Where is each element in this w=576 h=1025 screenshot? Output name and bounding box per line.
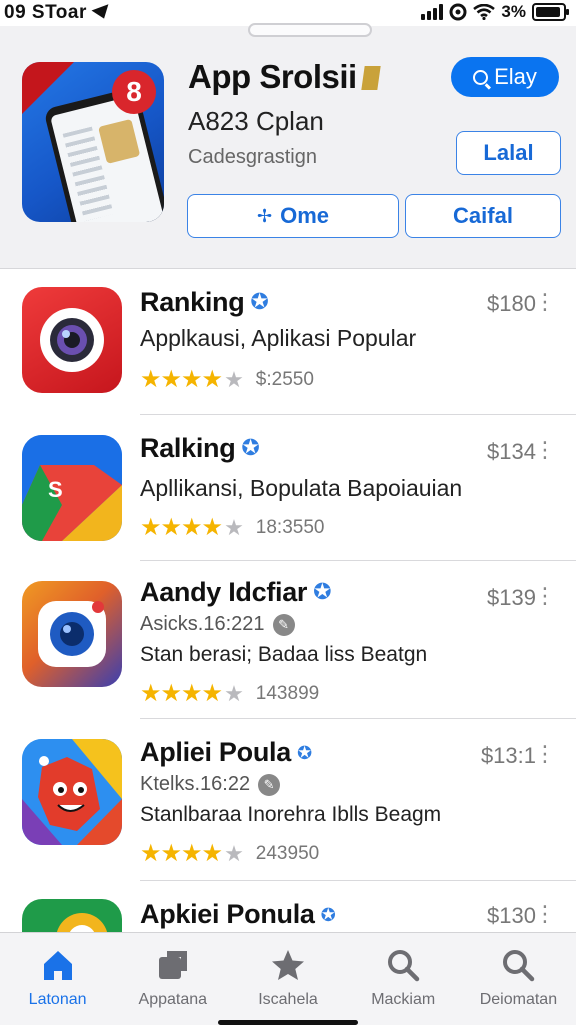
battery-icon bbox=[532, 3, 569, 21]
list-item[interactable]: Apliei Poula ✪ $13:1 ⋮ Ktelks.16:22 ✎ Stan… bbox=[0, 719, 576, 881]
half-star-icon: ★ bbox=[224, 680, 244, 706]
search-icon bbox=[388, 950, 420, 982]
tag-icon bbox=[361, 66, 381, 90]
status-time: 09 SToar bbox=[4, 2, 113, 24]
tab-appatana[interactable]: Appatana bbox=[115, 933, 230, 1025]
tab-label: Latonan bbox=[28, 991, 87, 1008]
app-description: Stanlbaraa Inorehra Iblls Beagm bbox=[140, 803, 442, 826]
app-meta: Asicks.16:221 ✎ bbox=[140, 613, 295, 636]
home-icon bbox=[43, 951, 72, 980]
open-button[interactable]: ✢ Ome bbox=[187, 194, 399, 238]
list-item[interactable]: Ranking ✪ $180 ⋮ Applkausi, Aplikasi Popu… bbox=[0, 269, 576, 415]
app-name[interactable]: Apliei Poula ✪ bbox=[140, 737, 312, 768]
corner-ribbon bbox=[22, 62, 74, 114]
more-options-icon[interactable]: ⋮ bbox=[534, 585, 556, 607]
star-rating-icon: ★★★★ bbox=[140, 840, 223, 867]
app-meta: Ktelks.16:22 ✎ bbox=[140, 773, 281, 796]
cancel-button[interactable]: Caifal bbox=[405, 194, 561, 238]
half-star-icon: ★ bbox=[224, 514, 244, 540]
tab-label: Appatana bbox=[138, 991, 208, 1008]
game-app-icon bbox=[22, 739, 122, 845]
rating-stars: ★★★★ ★ $:2550 bbox=[140, 365, 314, 394]
verified-icon: ✪ bbox=[250, 289, 269, 314]
svg-text:S: S bbox=[48, 477, 63, 502]
verified-icon: ✪ bbox=[313, 579, 332, 604]
half-star-icon: ★ bbox=[224, 840, 244, 866]
primary-action-button[interactable]: Elay bbox=[451, 57, 559, 97]
cancel-button-label: Caifal bbox=[453, 203, 513, 228]
location-icon bbox=[91, 4, 113, 22]
tab-label: Deiomatan bbox=[479, 991, 558, 1008]
sparkle-icon: ✢ bbox=[256, 205, 273, 226]
app-icon bbox=[22, 899, 122, 933]
more-options-icon[interactable]: ⋮ bbox=[534, 291, 556, 313]
featured-app-subtitle: A823 Cplan bbox=[188, 106, 324, 136]
app-price: $134 bbox=[487, 439, 536, 464]
rating-count: 18:3550 bbox=[255, 516, 325, 538]
list-item[interactable]: Apkiei Ponula ✪ $130 ⋮ bbox=[0, 881, 576, 933]
open-button-label: Ome bbox=[280, 203, 329, 228]
secondary-action-button[interactable]: Lalal bbox=[456, 131, 561, 175]
list-item[interactable]: Aandy Idcfiar ✪ $139 ⋮ Asicks.16:221 ✎ Sta… bbox=[0, 561, 576, 719]
app-price: $139 bbox=[487, 585, 536, 610]
rating-count: $:2550 bbox=[255, 368, 314, 390]
app-name[interactable]: Ralking ✪ bbox=[140, 433, 260, 464]
wifi-icon bbox=[473, 4, 496, 20]
star-rating-icon: ★★★★ bbox=[140, 514, 223, 541]
search-icon bbox=[473, 69, 489, 85]
status-indicators: 3% bbox=[421, 2, 569, 22]
featured-app-header: 8 App Srolsii A823 Cplan Cadesgrastign E… bbox=[0, 23, 576, 269]
search-icon bbox=[503, 950, 535, 982]
more-options-icon[interactable]: ⋮ bbox=[534, 743, 556, 765]
app-price: $13:1 bbox=[480, 743, 536, 768]
apps-icon bbox=[158, 951, 187, 979]
star-rating-icon: ★★★★ bbox=[140, 366, 223, 393]
rating-stars: ★★★★ ★ 243950 bbox=[140, 839, 319, 868]
app-name[interactable]: Apkiei Ponula ✪ bbox=[140, 899, 336, 930]
list-item[interactable]: S Ralking ✪ $134 ⋮ Apllikansi, Bopulata B… bbox=[0, 415, 576, 561]
signal-icon bbox=[421, 4, 444, 20]
half-star-icon: ★ bbox=[224, 366, 244, 392]
tab-label: Iscahela bbox=[258, 991, 318, 1008]
more-options-icon[interactable]: ⋮ bbox=[534, 903, 556, 925]
tab-mackiam[interactable]: Mackiam bbox=[346, 933, 461, 1025]
secondary-action-label: Lalal bbox=[483, 140, 534, 165]
featured-app-category: Cadesgrastign bbox=[188, 146, 317, 168]
info-icon: ✎ bbox=[258, 773, 281, 796]
app-name[interactable]: Aandy Idcfiar ✪ bbox=[140, 577, 332, 608]
rating-count: 243950 bbox=[255, 842, 320, 864]
rating-stars: ★★★★ ★ 143899 bbox=[140, 679, 319, 708]
focus-icon bbox=[449, 3, 467, 21]
rating-stars: ★★★★ ★ 18:3550 bbox=[140, 513, 324, 542]
tab-latonan[interactable]: Latonan bbox=[0, 933, 115, 1025]
badge-icon: 8 bbox=[112, 70, 156, 114]
star-icon bbox=[272, 950, 304, 980]
app-price: $180 bbox=[487, 291, 536, 316]
tab-deiomatan[interactable]: Deiomatan bbox=[461, 933, 576, 1025]
app-description: Stan berasi; Badaa liss Beatgn bbox=[140, 643, 428, 666]
star-rating-icon: ★★★★ bbox=[140, 680, 223, 707]
more-options-icon[interactable]: ⋮ bbox=[534, 439, 556, 461]
lens-app-icon bbox=[22, 581, 122, 687]
home-indicator[interactable] bbox=[218, 1020, 358, 1025]
camera-app-icon bbox=[22, 287, 122, 393]
maps-app-icon: S bbox=[22, 435, 122, 541]
featured-app-title: App Srolsii bbox=[188, 58, 381, 96]
tab-iscahela[interactable]: Iscahela bbox=[230, 933, 345, 1025]
app-price: $130 bbox=[487, 903, 536, 928]
verified-icon: ✪ bbox=[296, 743, 312, 763]
sheet-grabber[interactable] bbox=[248, 23, 372, 37]
verified-icon: ✪ bbox=[241, 435, 260, 460]
battery-percent: 3% bbox=[501, 2, 526, 21]
info-icon: ✎ bbox=[272, 613, 295, 636]
tab-label: Mackiam bbox=[371, 991, 436, 1008]
app-description: Apllikansi, Bopulata Bapoiauian bbox=[140, 475, 463, 501]
app-description: Applkausi, Aplikasi Popular bbox=[140, 325, 417, 351]
app-name[interactable]: Ranking ✪ bbox=[140, 287, 269, 318]
primary-action-label: Elay bbox=[494, 64, 537, 89]
rating-count: 143899 bbox=[255, 682, 320, 704]
verified-icon: ✪ bbox=[320, 905, 336, 925]
tab-bar: Latonan Appatana Iscahela Mackiam Deioma… bbox=[0, 932, 576, 1025]
featured-app-icon[interactable]: 8 bbox=[22, 62, 164, 222]
